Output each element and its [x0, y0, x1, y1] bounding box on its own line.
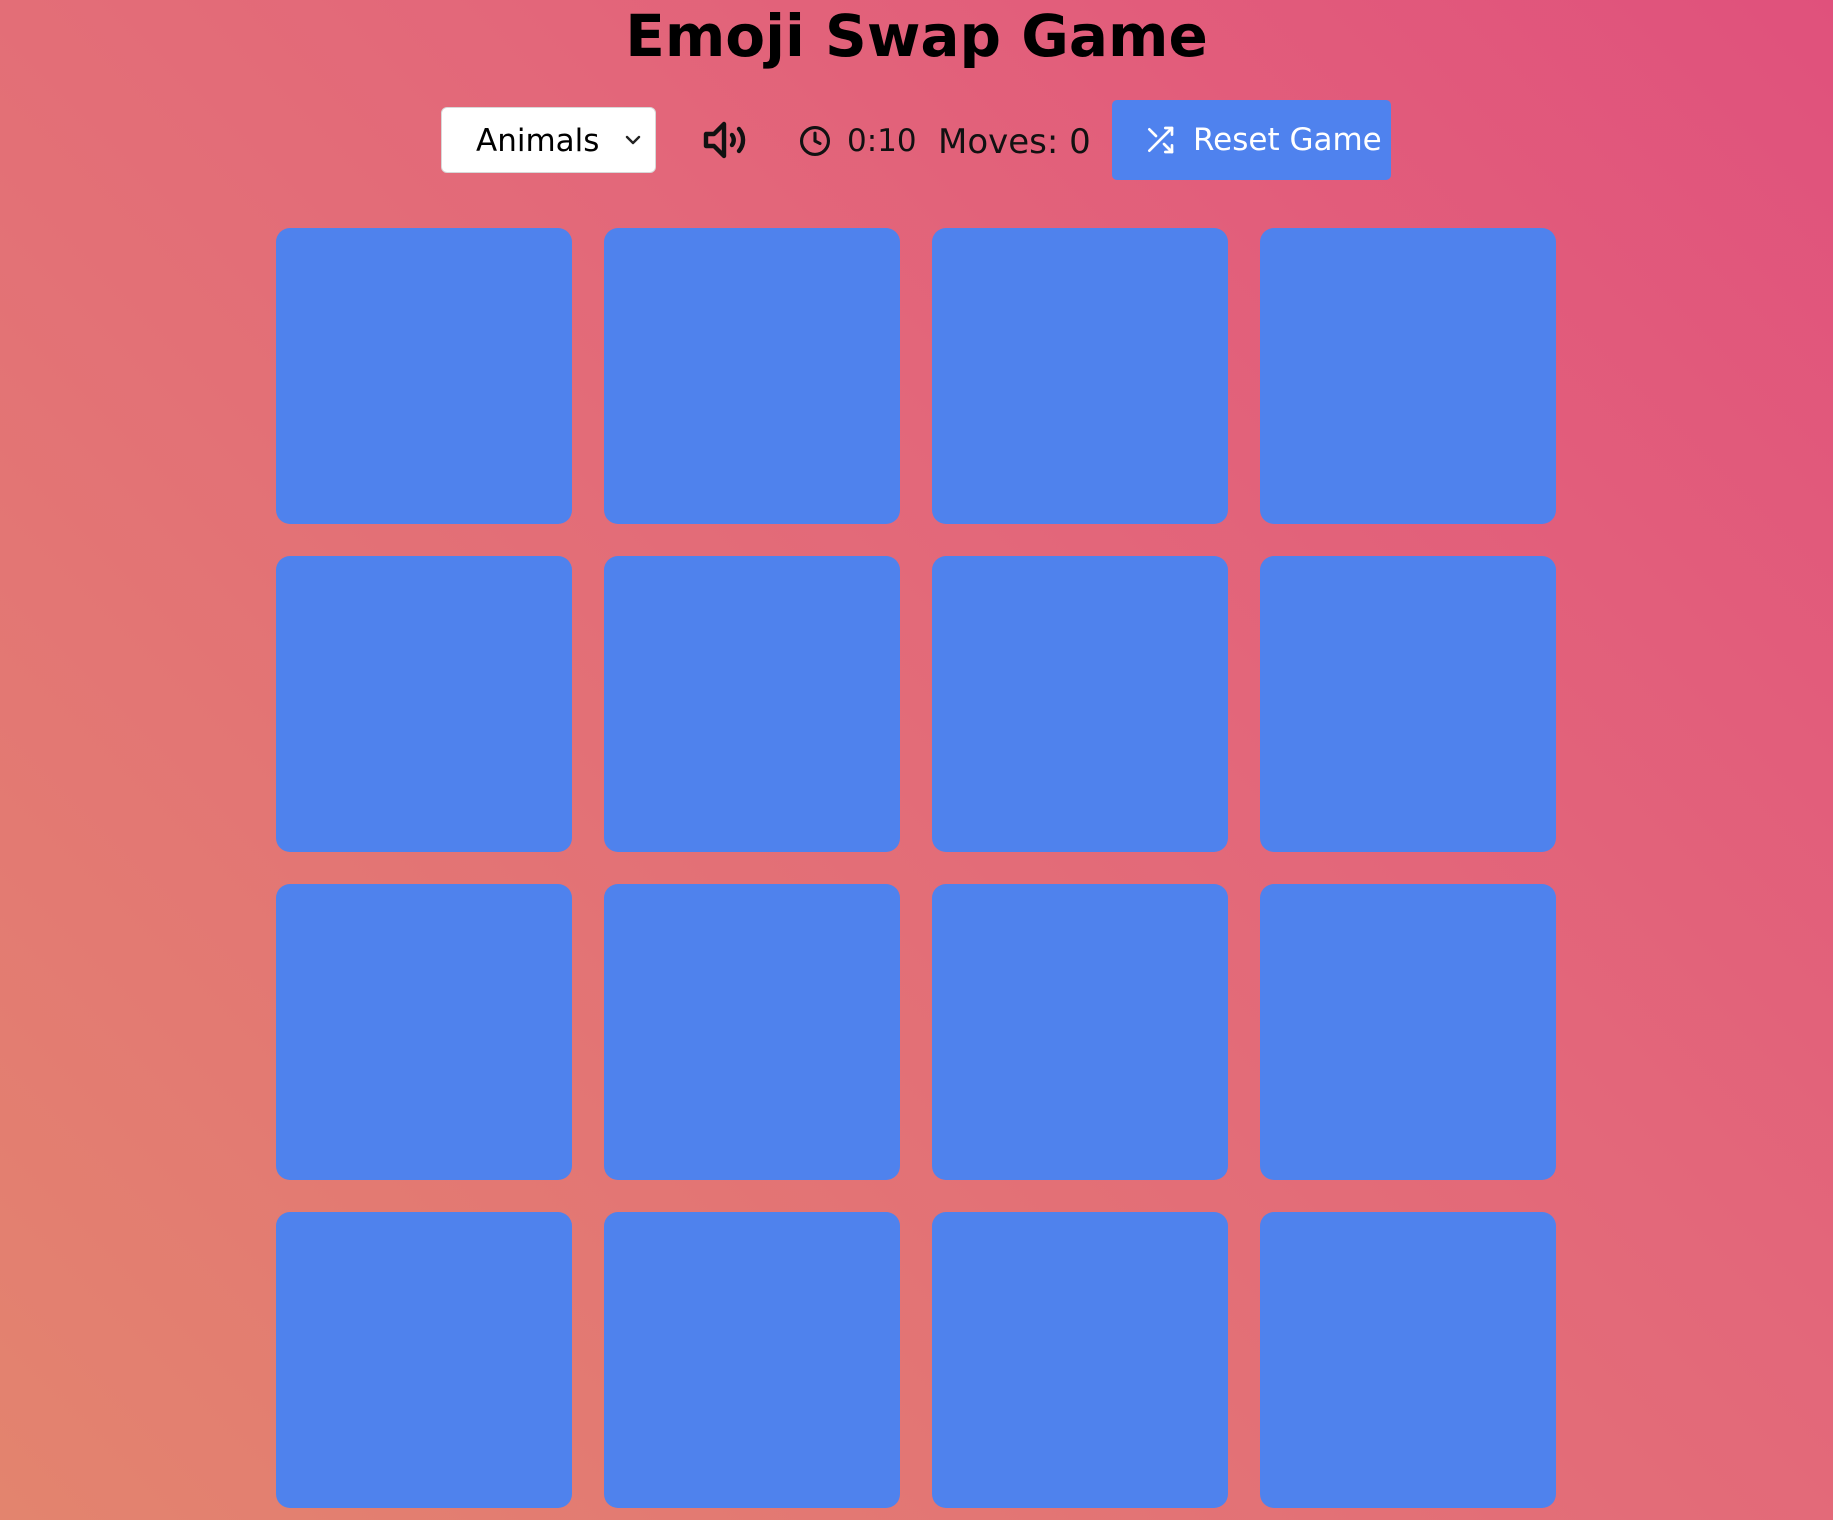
shuffle-icon [1148, 126, 1174, 154]
controls-bar: Animals 0:10 Moves: 0 Reset Game [0, 100, 1833, 182]
tile-r2-c3[interactable] [932, 556, 1228, 852]
clock-icon [799, 125, 831, 157]
tile-r2-c1[interactable] [276, 556, 572, 852]
page-title: Emoji Swap Game [625, 2, 1208, 70]
tile-r3-c2[interactable] [604, 884, 900, 1180]
tile-r4-c1[interactable] [276, 1212, 572, 1508]
tile-r3-c3[interactable] [932, 884, 1228, 1180]
category-select[interactable]: Animals [441, 107, 656, 173]
tile-r3-c4[interactable] [1260, 884, 1556, 1180]
speaker-volume-icon[interactable] [700, 116, 752, 164]
tile-r4-c3[interactable] [932, 1212, 1228, 1508]
timer-value: 0:10 [847, 123, 917, 159]
tile-r2-c4[interactable] [1260, 556, 1556, 852]
moves-counter: Moves: 0 [938, 122, 1091, 162]
tile-r3-c1[interactable] [276, 884, 572, 1180]
tile-r2-c2[interactable] [604, 556, 900, 852]
reset-game-button[interactable]: Reset Game [1112, 100, 1391, 180]
category-select-value: Animals [476, 123, 600, 159]
tile-r4-c4[interactable] [1260, 1212, 1556, 1508]
tile-r4-c2[interactable] [604, 1212, 900, 1508]
tile-r1-c1[interactable] [276, 228, 572, 524]
chevron-down-icon [625, 135, 641, 145]
tile-r1-c4[interactable] [1260, 228, 1556, 524]
tile-r1-c2[interactable] [604, 228, 900, 524]
tile-r1-c3[interactable] [932, 228, 1228, 524]
reset-game-label: Reset Game [1193, 122, 1382, 158]
game-board [276, 228, 1557, 1509]
